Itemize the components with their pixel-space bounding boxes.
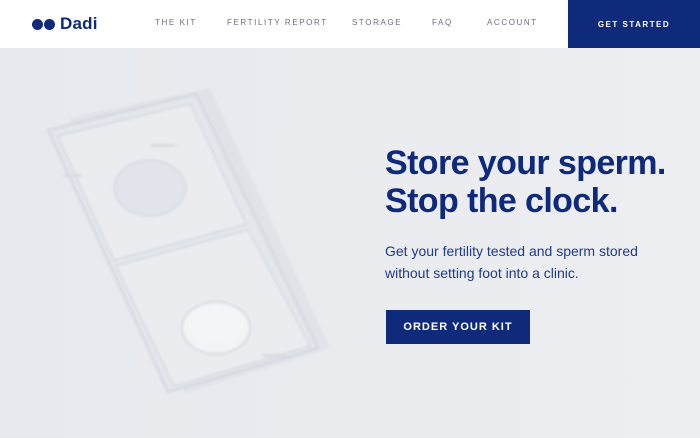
headline-line-2: Stop the clock. bbox=[385, 182, 618, 220]
nav-link-storage[interactable]: STORAGE bbox=[352, 18, 402, 27]
hero-section: Store your sperm. Stop the clock. Get yo… bbox=[0, 48, 700, 438]
order-your-kit-button[interactable]: ORDER YOUR KIT bbox=[386, 310, 530, 344]
hero-headline: Store your sperm. Stop the clock. bbox=[385, 144, 685, 220]
nav-link-fertility-report[interactable]: FERTILITY REPORT bbox=[227, 18, 328, 27]
nav-link-faq[interactable]: FAQ bbox=[432, 18, 453, 27]
hero-subtext: Get your fertility tested and sperm stor… bbox=[385, 243, 638, 281]
sperm-kit-box-image bbox=[46, 88, 330, 394]
nav-links: THE KIT FERTILITY REPORT STORAGE FAQ ACC… bbox=[0, 0, 568, 48]
headline-line-1: Store your sperm. bbox=[385, 144, 666, 182]
nav-link-the-kit[interactable]: THE KIT bbox=[155, 18, 197, 27]
get-started-button[interactable]: GET STARTED bbox=[568, 0, 700, 48]
top-navigation: Dadi THE KIT FERTILITY REPORT STORAGE FA… bbox=[0, 0, 700, 48]
nav-link-account[interactable]: ACCOUNT bbox=[487, 18, 538, 27]
